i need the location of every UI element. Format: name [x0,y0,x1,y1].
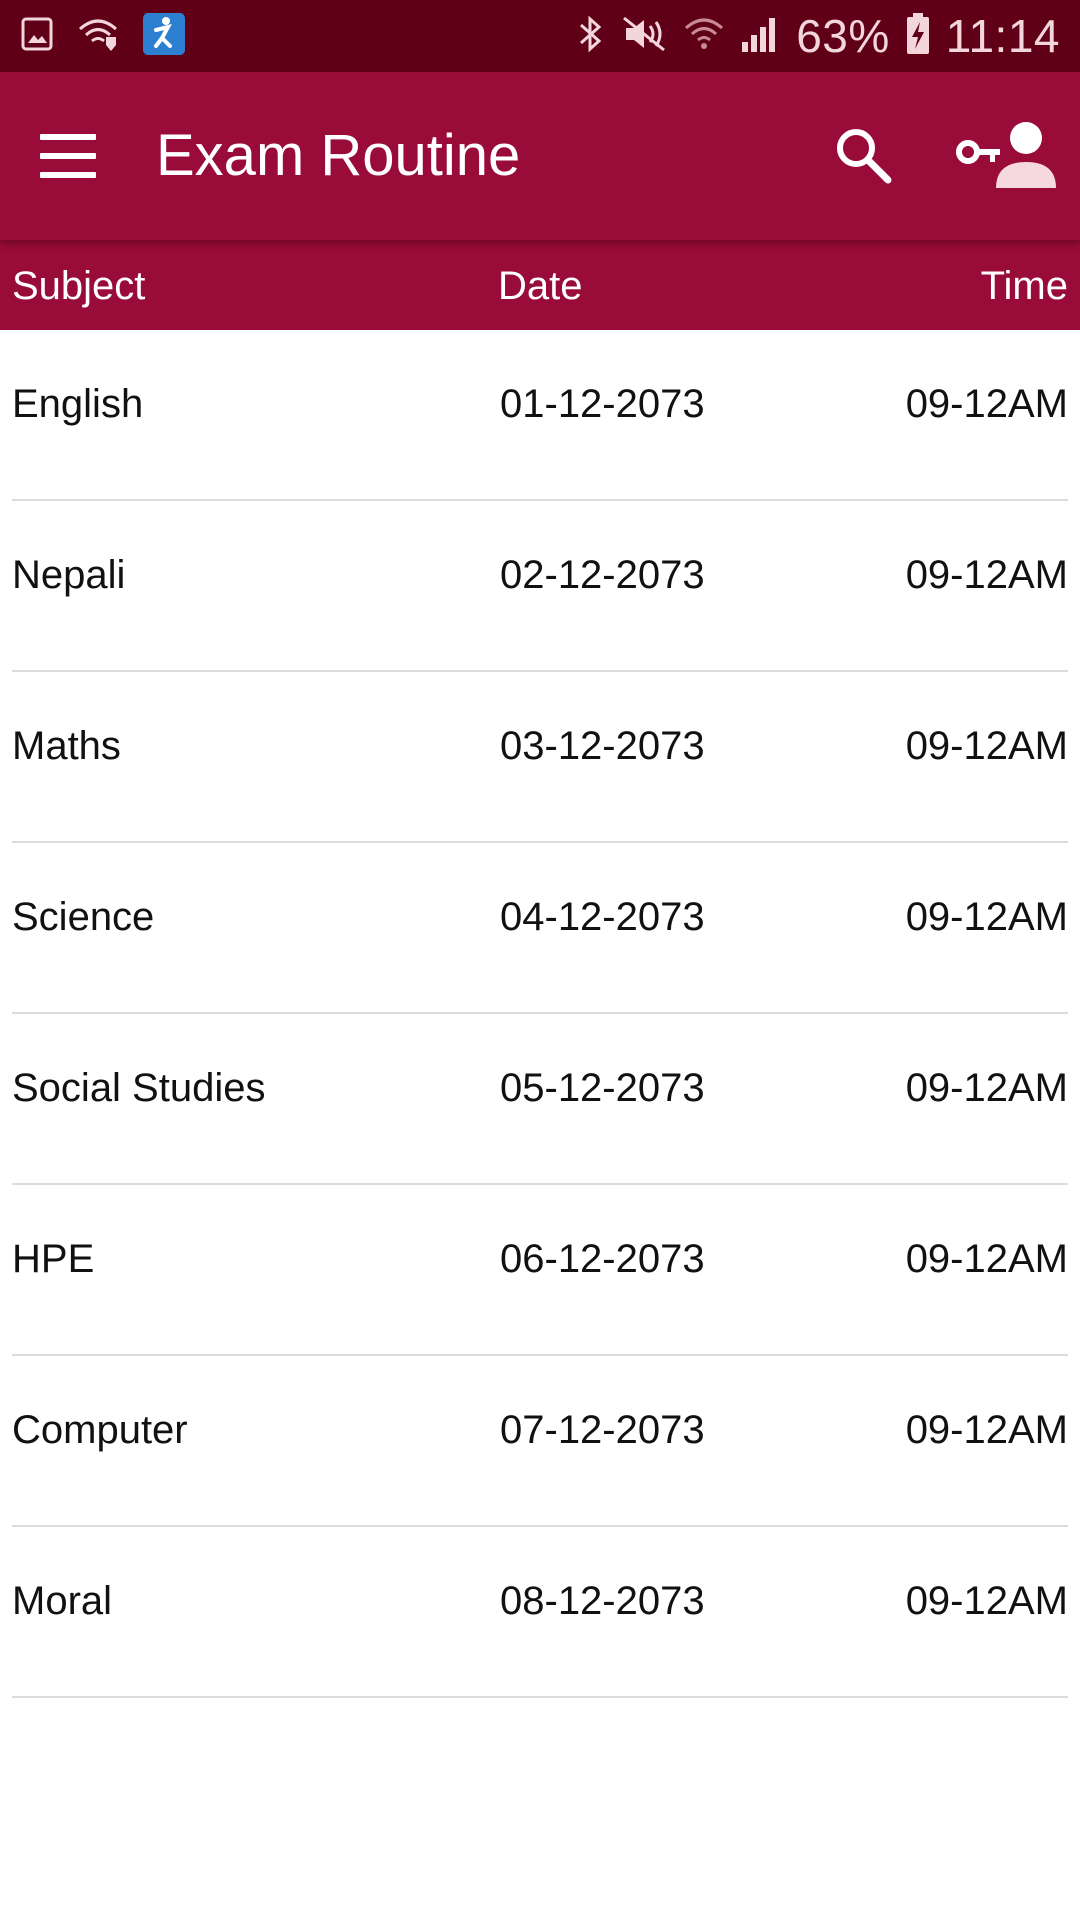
table-row[interactable]: English 01-12-2073 09-12AM [0,330,1080,501]
column-header-date: Date [498,264,583,308]
search-button[interactable] [832,124,896,188]
time-cell: 09-12AM [905,553,1068,597]
date-cell: 01-12-2073 [500,382,705,426]
table-row[interactable]: Science 04-12-2073 09-12AM [0,843,1080,1014]
time-cell: 09-12AM [905,382,1068,426]
date-cell: 02-12-2073 [500,553,705,597]
date-cell: 04-12-2073 [500,895,705,939]
search-icon [837,129,892,184]
table-row[interactable]: Maths 03-12-2073 09-12AM [0,672,1080,843]
wifi-signal-icon [684,14,724,59]
table-row[interactable]: Social Studies 05-12-2073 09-12AM [0,1014,1080,1185]
date-cell: 06-12-2073 [500,1237,705,1281]
column-header-time: Time [980,264,1068,308]
bluetooth-icon [578,14,604,59]
time-cell: 09-12AM [905,1237,1068,1281]
cell-signal-icon [740,14,780,59]
menu-button[interactable] [40,134,104,178]
status-bar: 63% 11:14 [0,0,1080,72]
subject-cell: Computer [12,1408,188,1452]
battery-percent: 63% [796,10,890,62]
time-cell: 09-12AM [905,724,1068,768]
account-button[interactable] [956,116,1060,196]
date-cell: 07-12-2073 [500,1408,705,1452]
table-row[interactable]: Computer 07-12-2073 09-12AM [0,1356,1080,1527]
subject-cell: Nepali [12,553,126,597]
subject-cell: Moral [12,1579,113,1623]
table-header: Subject Date Time [0,240,1080,330]
wifi-icon [76,15,120,58]
row-divider [12,1696,1068,1698]
clock: 11:14 [945,10,1060,62]
battery-charging-icon [906,12,930,60]
time-cell: 09-12AM [905,1066,1068,1110]
subject-cell: Maths [12,724,121,768]
mute-icon [620,14,668,59]
time-cell: 09-12AM [905,1579,1068,1623]
account-key-icon [956,122,1056,188]
image-icon [20,16,54,57]
menu-icon [40,134,96,140]
app-bar: Exam Routine [0,72,1080,240]
time-cell: 09-12AM [905,1408,1068,1452]
subject-cell: Social Studies [12,1066,266,1110]
date-cell: 08-12-2073 [500,1579,705,1623]
page-title: Exam Routine [156,123,521,188]
subject-cell: HPE [12,1237,95,1281]
app-icon [142,12,186,61]
table-row[interactable]: HPE 06-12-2073 09-12AM [0,1185,1080,1356]
table-row[interactable]: Nepali 02-12-2073 09-12AM [0,501,1080,672]
subject-cell: Science [12,895,155,939]
date-cell: 05-12-2073 [500,1066,705,1110]
column-header-subject: Subject [12,264,146,308]
status-bar-left [20,12,186,61]
date-cell: 03-12-2073 [500,724,705,768]
time-cell: 09-12AM [905,895,1068,939]
table-row[interactable]: Moral 08-12-2073 09-12AM [0,1527,1080,1698]
status-bar-right: 63% 11:14 [578,10,1060,62]
exam-list: English 01-12-2073 09-12AM Nepali 02-12-… [0,330,1080,1698]
subject-cell: English [12,382,144,426]
